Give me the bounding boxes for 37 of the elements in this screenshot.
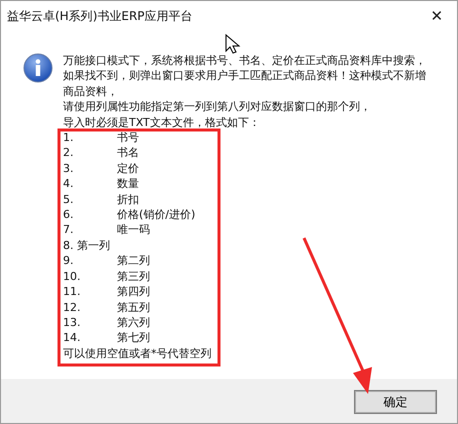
column-name: 第二列 [117,253,150,269]
mouse-cursor-icon [226,34,240,54]
list-item: 8. 第一列 [63,238,110,254]
column-name: 第六列 [117,314,150,330]
column-name: 第四列 [117,284,150,300]
item-number: 2. [63,145,74,161]
column-name: 唯一码 [117,222,150,238]
item-number: 5. [63,192,74,208]
column-name: 书号 [117,130,139,146]
message-text: 导入时必须是TXT文本文件，格式如下： [63,114,261,130]
item-number: 10. [63,268,82,284]
column-name: 数量 [117,176,139,192]
footnote-text: 可以使用空值或者*号代替空列 [63,346,212,362]
ok-button[interactable]: 确定 [354,390,437,414]
column-name: 第三列 [117,268,150,284]
item-number: 9. [63,253,74,269]
close-button[interactable]: ✕ [417,1,457,31]
column-name: 第五列 [117,300,150,315]
column-name: 定价 [117,160,139,176]
item-number: 4. [63,176,74,192]
item-number: 1. [63,130,74,146]
item-number: 6. [63,207,74,222]
item-number: 3. [63,160,74,176]
window-title: 益华云卓(H系列)书业ERP应用平台 [7,8,193,24]
item-number: 12. [63,300,82,315]
item-number: 14. [63,330,82,346]
column-name: 第七列 [117,330,150,346]
info-icon [23,53,53,83]
column-name: 书名 [117,145,139,161]
column-name: 折扣 [117,192,139,208]
item-number: 13. [63,314,82,330]
message-text: 请使用列属性功能指定第一列到第八列对应数据窗口的那个列， [63,99,372,115]
column-name: 价格(销价/进价) [117,207,196,222]
item-number: 7. [63,222,74,238]
item-number: 11. [63,284,82,300]
message-text: 万能接口模式下，系统将根据书号、书名、定价在正式商品资料库中搜索， [63,53,427,68]
message-text: 如果找不到，则弹出窗口要求用户手工匹配正式商品资料！这种模式不新增商品资料， [63,68,427,100]
